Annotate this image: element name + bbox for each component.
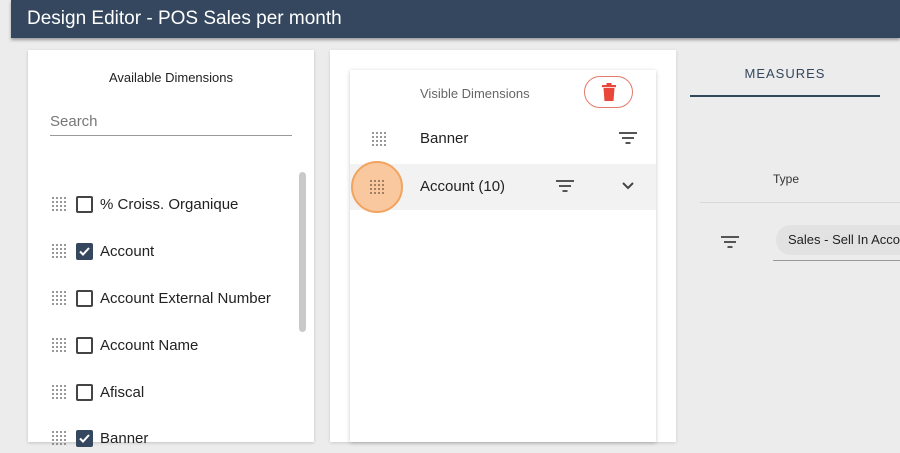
- dimension-label: Banner: [100, 429, 149, 447]
- dimension-item[interactable]: Account Name: [50, 330, 310, 360]
- click-highlight: [351, 161, 403, 213]
- measure-type-chip[interactable]: Sales - Sell In Account: [776, 225, 900, 255]
- dimension-item[interactable]: Account: [50, 236, 310, 266]
- checkbox[interactable]: [76, 336, 93, 354]
- checkbox[interactable]: [76, 289, 93, 307]
- dimension-label: % Croiss. Organique: [100, 195, 239, 213]
- drag-handle-icon[interactable]: [50, 242, 68, 260]
- dimension-item[interactable]: Account External Number: [50, 283, 310, 313]
- drag-handle-icon[interactable]: [50, 289, 68, 307]
- check-icon: [79, 246, 90, 256]
- tab-indicator: [690, 95, 880, 97]
- filter-icon[interactable]: [721, 235, 739, 249]
- trash-icon: [601, 83, 616, 101]
- dimension-item[interactable]: Banner: [50, 423, 310, 453]
- drag-handle-icon[interactable]: [370, 130, 388, 148]
- window-title: Design Editor - POS Sales per month: [11, 0, 900, 38]
- drag-handle-icon[interactable]: [368, 178, 386, 196]
- dimension-item[interactable]: % Croiss. Organique: [50, 189, 310, 219]
- available-dimensions-panel: Available Dimensions % Croiss. Organique…: [28, 50, 314, 447]
- dimension-label: Account External Number: [100, 289, 271, 307]
- available-dimensions-title: Available Dimensions: [108, 70, 234, 85]
- chevron-down-icon[interactable]: [621, 180, 635, 192]
- visible-dimension-label: Banner: [420, 130, 469, 147]
- drag-handle-icon[interactable]: [50, 336, 68, 354]
- checkbox-checked[interactable]: [76, 242, 93, 260]
- dimension-item[interactable]: Afiscal: [50, 377, 310, 407]
- type-column-header: Type: [773, 172, 800, 186]
- dimension-label: Account Name: [100, 336, 199, 354]
- dimension-label: Afiscal: [100, 383, 145, 401]
- search-input[interactable]: [50, 108, 292, 136]
- drag-handle-icon[interactable]: [50, 195, 68, 213]
- checkbox[interactable]: [76, 383, 93, 401]
- divider: [773, 260, 900, 261]
- delete-button[interactable]: [584, 76, 633, 108]
- visible-dimension-row[interactable]: Banner: [350, 116, 656, 162]
- filter-icon[interactable]: [619, 131, 637, 145]
- checkbox-checked[interactable]: [76, 429, 93, 447]
- divider: [700, 202, 900, 203]
- visible-dimensions-title: Visible Dimensions: [420, 86, 530, 101]
- dimension-label: Account: [100, 242, 155, 260]
- visible-dimension-label: Account (10): [420, 178, 506, 195]
- drag-handle-icon[interactable]: [50, 383, 68, 401]
- drag-handle-icon[interactable]: [50, 429, 68, 447]
- filter-icon[interactable]: [556, 179, 574, 193]
- check-icon: [79, 433, 90, 443]
- checkbox[interactable]: [76, 195, 93, 213]
- tab-measures[interactable]: MEASURES: [690, 60, 880, 98]
